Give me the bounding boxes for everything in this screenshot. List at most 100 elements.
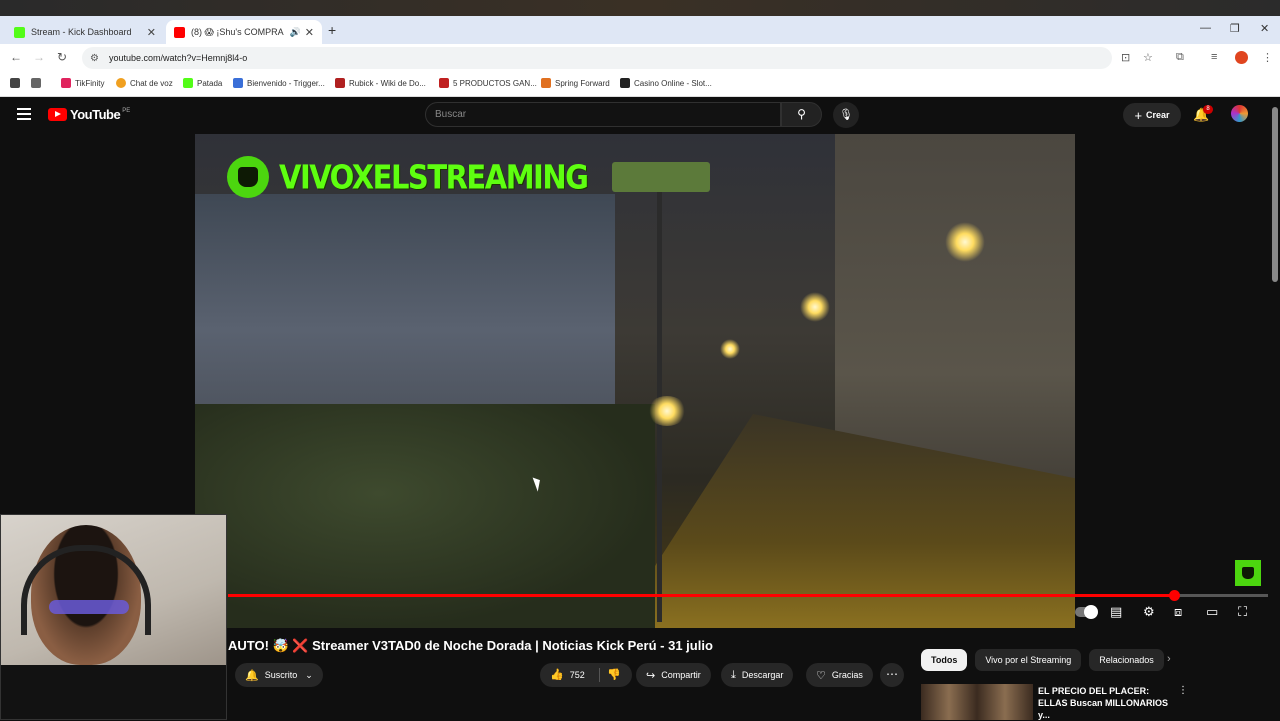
audio-icon[interactable]: 🔊	[290, 27, 301, 38]
casino-icon	[620, 78, 630, 88]
bookmark-item[interactable]: Chat de voz	[116, 78, 173, 88]
more-actions-icon[interactable]: ⋯	[880, 663, 904, 687]
autoplay-toggle[interactable]	[1075, 605, 1098, 619]
thanks-button[interactable]: ♡ Gracias	[806, 663, 873, 687]
install-app-icon[interactable]: ⊡	[1121, 51, 1130, 64]
chevron-down-icon: ⌄	[305, 669, 313, 680]
close-window-icon[interactable]: ✕	[1260, 22, 1269, 35]
channel-mascot-icon	[227, 156, 269, 198]
tab-title: (8) 😱 ¡Shu's COMPRA un …	[191, 26, 286, 37]
close-tab-icon[interactable]: ✕	[147, 26, 156, 39]
extensions-icon[interactable]: ⧉	[1176, 51, 1184, 64]
search-input[interactable]: Buscar	[425, 102, 781, 127]
youtube-play-icon	[48, 108, 67, 121]
notification-count-badge: 8	[1203, 105, 1213, 114]
kick-favicon-icon	[14, 26, 25, 38]
chip-all[interactable]: Todos	[921, 649, 968, 671]
youtube-header: YouTube PE Buscar ⚲ 🎙 + Crear 🔔 8	[0, 97, 1280, 134]
dislike-button[interactable]: 👎	[607, 668, 621, 681]
channel-watermark-icon[interactable]	[1235, 560, 1261, 586]
page-scrollbar[interactable]	[1270, 97, 1280, 720]
scrollbar-thumb[interactable]	[1272, 107, 1278, 282]
streamer-shirt	[1, 665, 226, 719]
sidebar-toggle-icon[interactable]	[10, 78, 24, 88]
site-info-icon[interactable]: ⚙	[90, 53, 99, 64]
webcam-overlay	[0, 514, 227, 720]
profile-avatar[interactable]	[1235, 51, 1248, 64]
bookmark-item[interactable]: Casino Online - Slot...	[620, 78, 712, 88]
video-frame-lamp	[945, 222, 985, 262]
progress-scrubber-handle[interactable]	[1169, 590, 1181, 601]
url-text: youtube.com/watch?v=Hemnj8l4-o	[108, 53, 248, 63]
bell-icon: 🔔	[245, 669, 259, 682]
tab-kick-dashboard[interactable]: Stream - Kick Dashboard ✕	[6, 20, 164, 44]
subtitles-icon[interactable]: ▤	[1110, 604, 1122, 620]
bookmark-item[interactable]: 5 PRODUCTOS GAN...	[439, 78, 537, 88]
create-button[interactable]: + Crear	[1123, 103, 1181, 127]
subscribed-button[interactable]: 🔔 Suscrito ⌄	[235, 663, 323, 687]
apps-grid-icon[interactable]	[31, 78, 45, 88]
chevron-right-icon[interactable]: ›	[1167, 653, 1171, 665]
search-icon: ⚲	[797, 107, 806, 121]
share-arrow-icon: ↪	[646, 669, 656, 682]
os-taskbar	[0, 0, 1280, 16]
share-button[interactable]: ↪ Compartir	[636, 663, 711, 687]
tikfinity-icon	[61, 78, 71, 88]
thumbs-up-icon: 👍	[550, 669, 564, 681]
settings-gear-icon[interactable]: ⚙	[1143, 604, 1155, 620]
thumbs-down-icon: 👎	[607, 669, 621, 681]
chrome-menu-icon[interactable]: ⋮	[1262, 51, 1273, 64]
video-title: AUTO! 🤯 ❌ Streamer V3TAD0 de Noche Dorad…	[228, 638, 713, 653]
recommendation-title[interactable]: EL PRECIO DEL PLACER: ELLAS Buscan MILLO…	[1038, 685, 1178, 721]
account-avatar[interactable]	[1231, 105, 1248, 122]
video-frame-lamp	[720, 339, 740, 359]
youtube-logo[interactable]: YouTube PE	[48, 107, 130, 122]
restore-icon[interactable]: ❐	[1230, 22, 1240, 35]
miniplayer-icon[interactable]: ⧈	[1174, 604, 1182, 620]
fullscreen-icon[interactable]: ⛶	[1238, 604, 1247, 620]
voice-search-button[interactable]: 🎙	[833, 102, 859, 128]
minimize-icon[interactable]: —	[1200, 22, 1211, 34]
bookmark-item[interactable]: Bienvenido - Trigger...	[233, 78, 325, 88]
theater-mode-icon[interactable]: ▭	[1206, 604, 1218, 620]
back-icon[interactable]: ←	[10, 50, 22, 64]
recommendation-thumbnail[interactable]	[921, 684, 1033, 720]
divider	[599, 668, 600, 682]
new-tab-icon[interactable]: +	[328, 22, 336, 38]
glasses	[49, 600, 129, 614]
bookmark-star-icon[interactable]: ☆	[1143, 51, 1153, 64]
download-button[interactable]: ⤓ Descargar	[721, 663, 794, 687]
tab-youtube-video[interactable]: (8) 😱 ¡Shu's COMPRA un … 🔊 ✕	[166, 20, 322, 44]
download-icon: ⤓	[731, 668, 736, 681]
video-progress-bar[interactable]	[228, 590, 1268, 601]
bookmark-item[interactable]: Patada	[183, 78, 222, 88]
tab-strip: Stream - Kick Dashboard ✕ (8) 😱 ¡Shu's C…	[0, 16, 1280, 44]
search-button[interactable]: ⚲	[781, 102, 822, 127]
hamburger-menu-icon[interactable]	[17, 108, 31, 120]
rubick-icon	[335, 78, 345, 88]
reload-icon[interactable]: ↻	[57, 50, 67, 64]
chip-related[interactable]: Relacionados	[1089, 649, 1164, 671]
browser-toolbar: ← → ↻ ⚙ youtube.com/watch?v=Hemnj8l4-o ⊡…	[0, 44, 1280, 72]
stream-overlay-logo: VIVOXELSTREAMING	[227, 156, 589, 198]
recommendation-menu-icon[interactable]: ⋮	[1178, 685, 1188, 696]
bookmarks-bar: TikFinity Chat de voz Patada Bienvenido …	[0, 72, 1280, 97]
like-button[interactable]: 👍 752	[550, 668, 585, 681]
media-controls-icon[interactable]: ≡	[1211, 51, 1217, 63]
chat-icon	[116, 78, 126, 88]
like-dislike-group: 👍 752 👎	[540, 663, 632, 687]
spring-icon	[541, 78, 551, 88]
chip-vivo-por-el-streaming[interactable]: Vivo por el Streaming	[975, 649, 1082, 671]
video-player[interactable]: VIVOXELSTREAMING	[195, 134, 1075, 628]
bookmark-item[interactable]: Rubick - Wiki de Do...	[335, 78, 426, 88]
thanks-heart-icon: ♡	[816, 669, 826, 682]
overlay-channel-name: VIVOXELSTREAMING	[279, 157, 589, 197]
close-tab-icon[interactable]: ✕	[305, 26, 314, 39]
address-bar[interactable]: ⚙ youtube.com/watch?v=Hemnj8l4-o	[82, 47, 1112, 69]
video-frame-lamp	[800, 292, 830, 322]
bookmark-item[interactable]: Spring Forward	[541, 78, 610, 88]
youtube-icon	[439, 78, 449, 88]
bookmark-item[interactable]: TikFinity	[61, 78, 104, 88]
browser-chrome: Stream - Kick Dashboard ✕ (8) 😱 ¡Shu's C…	[0, 16, 1280, 97]
forward-icon[interactable]: →	[33, 50, 45, 64]
